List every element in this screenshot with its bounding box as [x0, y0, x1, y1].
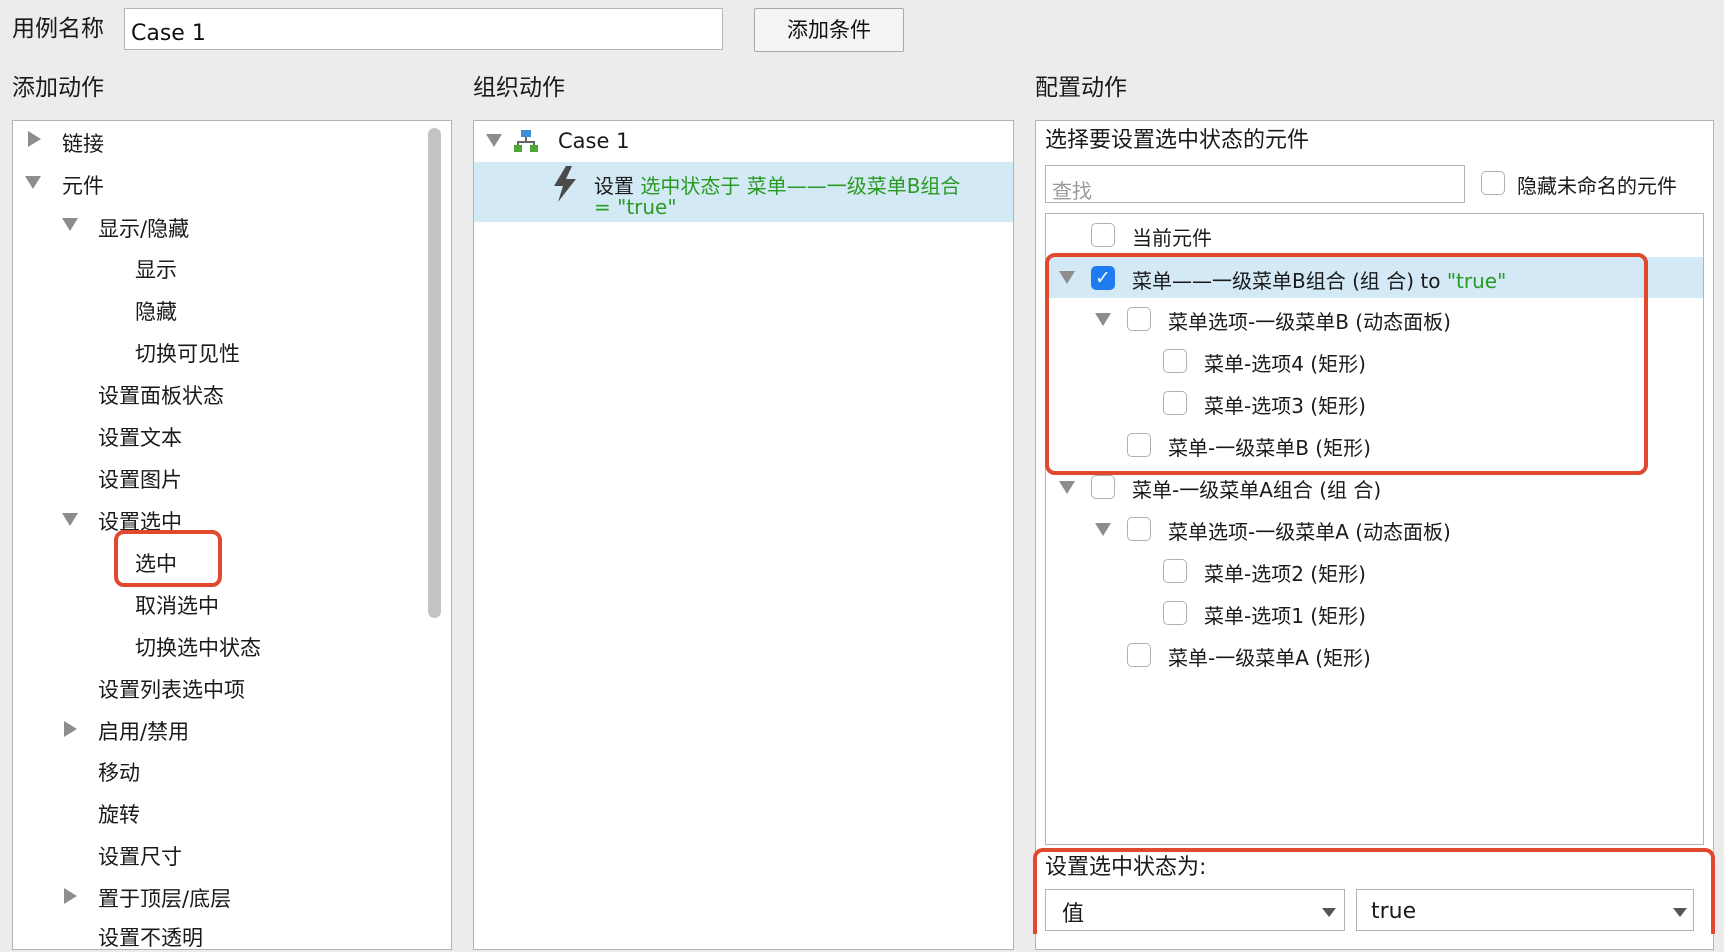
collapse-arrow-icon[interactable] — [62, 218, 78, 231]
widget-checkbox[interactable] — [1091, 223, 1115, 247]
widget-label[interactable]: 菜单-一级菜单A组合 (组 合) — [1132, 474, 1381, 503]
chevron-down-icon — [1322, 908, 1336, 917]
case-name-input[interactable]: Case 1 — [124, 8, 723, 50]
search-input[interactable]: 查找 — [1045, 165, 1465, 203]
hide-unnamed-label: 隐藏未命名的元件 — [1517, 174, 1677, 198]
action-item[interactable]: 显示/隐藏 — [98, 213, 189, 243]
action-item[interactable]: 设置尺寸 — [98, 841, 182, 871]
action-item[interactable]: 取消选中 — [135, 590, 219, 620]
add-actions-scrollbar[interactable] — [428, 128, 441, 618]
action-item[interactable]: 链接 — [62, 128, 104, 158]
search-placeholder: 查找 — [1052, 179, 1092, 203]
add-actions-title: 添加动作 — [12, 75, 104, 101]
lightning-icon — [552, 166, 578, 202]
set-state-label: 设置选中状态为: — [1045, 855, 1207, 880]
action-item[interactable]: 置于顶层/底层 — [98, 883, 231, 913]
action-detail: 选中状态于 菜单——一级菜单B组合 — [640, 174, 961, 198]
action-item-select[interactable]: 选中 — [135, 548, 177, 578]
collapse-arrow-icon[interactable] — [62, 513, 78, 526]
widget-checkbox[interactable] — [1127, 643, 1151, 667]
collapse-arrow-icon[interactable] — [1059, 481, 1075, 494]
action-item[interactable]: 设置图片 — [98, 464, 182, 494]
widget-label[interactable]: 当前元件 — [1132, 222, 1212, 251]
configure-actions-title: 配置动作 — [1035, 75, 1127, 101]
action-item[interactable]: 显示 — [135, 254, 177, 284]
case-flow-icon — [514, 129, 538, 153]
action-item[interactable]: 切换可见性 — [135, 338, 240, 368]
widget-checkbox[interactable] — [1127, 517, 1151, 541]
action-item[interactable]: 设置面板状态 — [98, 380, 224, 410]
widget-checkbox[interactable] — [1091, 475, 1115, 499]
widget-checkbox[interactable] — [1163, 559, 1187, 583]
widget-checkbox[interactable] — [1163, 601, 1187, 625]
action-item[interactable]: 移动 — [98, 757, 140, 787]
widget-label[interactable]: 菜单-选项2 (矩形) — [1204, 558, 1366, 587]
collapse-arrow-icon[interactable] — [1095, 523, 1111, 536]
add-actions-panel — [12, 120, 452, 950]
widget-label[interactable]: 菜单选项-一级菜单A (动态面板) — [1168, 516, 1451, 545]
action-item[interactable]: 设置文本 — [98, 422, 182, 452]
value-type-text: 值 — [1062, 902, 1085, 927]
action-item[interactable]: 设置不透明 — [98, 922, 203, 952]
case-label[interactable]: Case 1 — [558, 129, 629, 153]
value-select[interactable]: true — [1356, 889, 1694, 931]
organize-actions-panel — [473, 120, 1014, 950]
add-condition-button[interactable]: 添加条件 — [754, 8, 904, 52]
action-item[interactable]: 隐藏 — [135, 296, 177, 326]
hide-unnamed-checkbox[interactable] — [1481, 171, 1505, 195]
action-item[interactable]: 启用/禁用 — [98, 716, 189, 746]
expand-arrow-icon[interactable] — [64, 888, 77, 904]
collapse-arrow-icon[interactable] — [486, 134, 502, 147]
expand-arrow-icon[interactable] — [28, 131, 41, 147]
action-item[interactable]: 旋转 — [98, 799, 140, 829]
collapse-arrow-icon[interactable] — [25, 176, 41, 189]
value-type-select[interactable]: 值 — [1045, 889, 1345, 931]
configure-subtitle: 选择要设置选中状态的元件 — [1045, 128, 1310, 153]
case-name-label: 用例名称 — [12, 16, 104, 42]
action-item[interactable]: 设置列表选中项 — [98, 674, 245, 704]
expand-arrow-icon[interactable] — [64, 721, 77, 737]
action-item[interactable]: 元件 — [62, 170, 104, 200]
organize-actions-title: 组织动作 — [473, 75, 565, 101]
chevron-down-icon — [1673, 908, 1687, 917]
value-text: true — [1371, 899, 1417, 924]
widget-label[interactable]: 菜单-一级菜单A (矩形) — [1168, 642, 1371, 671]
widget-label[interactable]: 菜单-选项1 (矩形) — [1204, 600, 1366, 629]
action-value: = "true" — [594, 195, 677, 219]
action-item[interactable]: 切换选中状态 — [135, 632, 261, 662]
target-widget-highlight — [1045, 253, 1648, 475]
